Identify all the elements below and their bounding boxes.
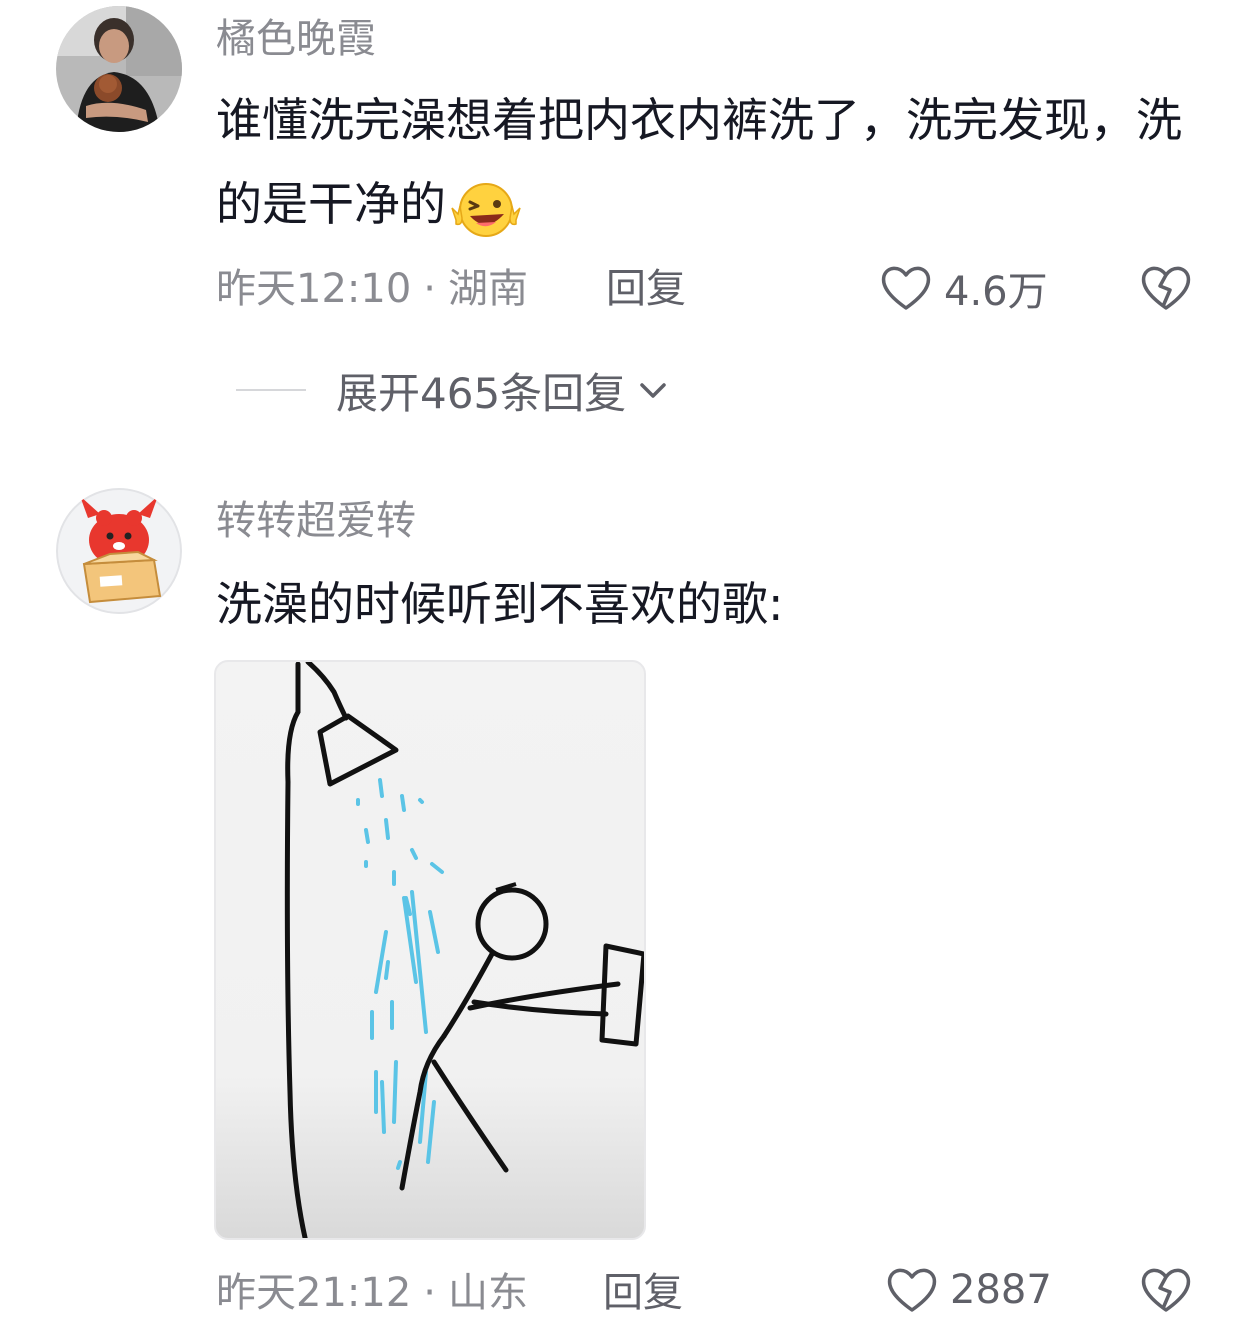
- expand-divider: [236, 389, 306, 391]
- like-count: 2887: [950, 1267, 1052, 1313]
- broken-heart-icon: [1141, 1268, 1191, 1312]
- chevron-down-icon: [640, 383, 666, 398]
- comment-text-body: 洗澡的时候听到不喜欢的歌:: [216, 577, 784, 631]
- reply-button[interactable]: 回复: [603, 1268, 683, 1318]
- comment-item: 转转超爱转 洗澡的时候听到不喜欢的歌: 昨天21:12 · 山东 回复 2887: [0, 480, 1256, 1340]
- comment-text-body: 谁懂洗完澡想着把内衣内裤洗了，洗完发现，洗的是干净的: [216, 93, 1182, 231]
- heart-outline-icon: [887, 1268, 937, 1312]
- comment-time: 昨天21:12: [216, 1270, 412, 1316]
- username[interactable]: 转转超爱转: [216, 497, 416, 545]
- heart-outline-icon: [881, 266, 931, 310]
- user-photo-avatar: [56, 6, 182, 132]
- comment-location: 山东: [448, 1270, 528, 1316]
- broken-heart-icon: [1141, 266, 1191, 310]
- stick-figure-shower-drawing: [284, 662, 644, 1238]
- dislike-button[interactable]: [1138, 1262, 1194, 1318]
- comment-location: 湖南: [448, 266, 528, 312]
- comment-item: 橘色晚霞 谁懂洗完澡想着把内衣内裤洗了，洗完发现，洗的是干净的 昨天12:10 ·…: [0, 0, 1256, 440]
- expand-replies-button[interactable]: 展开465条回复: [236, 362, 670, 418]
- dislike-button[interactable]: [1138, 260, 1194, 316]
- squinting-laughing-peace-emoji-icon: [448, 178, 524, 238]
- expand-replies-label: 展开465条回复: [336, 368, 627, 418]
- comment-meta: 昨天12:10 · 湖南: [216, 264, 528, 314]
- comment-time: 昨天12:10: [216, 266, 412, 312]
- comment-image-attachment[interactable]: [214, 660, 646, 1240]
- reply-button[interactable]: 回复: [606, 264, 686, 314]
- red-bear-in-box-avatar: [56, 488, 182, 614]
- username[interactable]: 橘色晚霞: [216, 15, 376, 63]
- like-count: 4.6万: [944, 269, 1048, 315]
- comment-meta: 昨天21:12 · 山东: [216, 1268, 528, 1318]
- avatar[interactable]: [56, 488, 182, 614]
- like-button[interactable]: 4.6万: [878, 260, 1048, 316]
- like-button[interactable]: 2887: [884, 1262, 1052, 1318]
- meta-separator: ·: [423, 266, 436, 312]
- comment-text: 洗澡的时候听到不喜欢的歌:: [216, 562, 1216, 646]
- avatar[interactable]: [56, 6, 182, 132]
- comment-text: 谁懂洗完澡想着把内衣内裤洗了，洗完发现，洗的是干净的: [216, 78, 1216, 246]
- meta-separator: ·: [423, 1270, 436, 1316]
